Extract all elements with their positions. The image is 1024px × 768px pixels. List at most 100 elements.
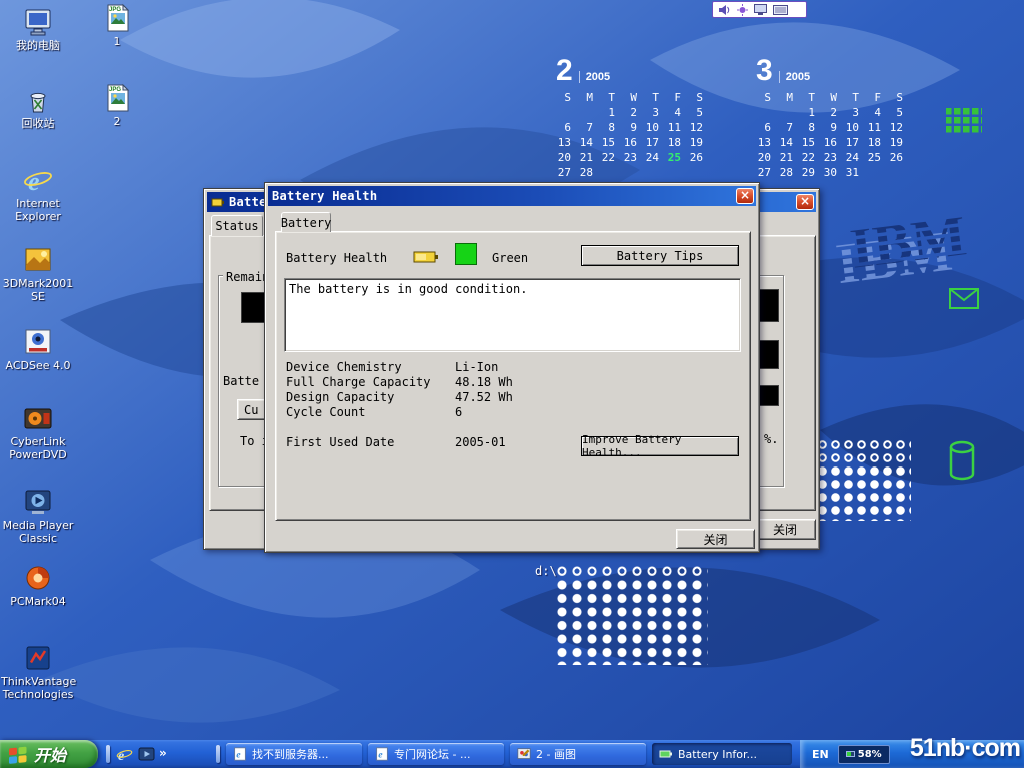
desktop-icon-my-computer[interactable]: 我的电脑 (0, 6, 76, 53)
tab-battery[interactable]: Battery (281, 212, 331, 232)
calendar-cell: 15 (800, 136, 822, 151)
osd-toolbar[interactable] (712, 1, 807, 18)
calendar-cell (756, 106, 778, 121)
taskbar-task-ie-2[interactable]: e 专门网论坛 - ... (368, 743, 504, 765)
desktop: IBM IBM 2 2005 SMTWTFS123456789101112131… (0, 0, 1024, 768)
tab-status[interactable]: Status (211, 215, 263, 236)
calendar-cell: 22 (800, 151, 822, 166)
taskbar-task-battery-information[interactable]: Battery Infor... (652, 743, 792, 765)
pcmark-icon (22, 562, 54, 594)
calendar-cell: 28 (778, 166, 800, 181)
desktop-icon-label: ThinkVantage Technologies (1, 676, 75, 702)
calendar-cell: S (888, 91, 910, 106)
desktop-icon-label: 3DMark2001 SE (1, 278, 75, 304)
desktop-icon-pcmark04[interactable]: PCMark04 (0, 562, 76, 609)
field-label: Cycle Count (286, 405, 365, 419)
close-window-button[interactable]: 关闭 (754, 519, 816, 540)
calendar-cell (888, 166, 910, 181)
svg-text:JPG: JPG (109, 87, 121, 93)
calendar-year: 2005 (779, 71, 810, 83)
calendar-cell: 8 (600, 121, 622, 136)
calendar-cell: 14 (778, 136, 800, 151)
tray-battery-gauge[interactable]: 58% (838, 745, 890, 764)
calendar-cell: 1 (600, 106, 622, 121)
desktop-icon-label: 回收站 (22, 118, 55, 131)
calendar-month-number: 3 (756, 54, 773, 88)
start-button[interactable]: 开始 (0, 740, 98, 768)
calendar-cell: 12 (888, 121, 910, 136)
calendar-cell: 10 (844, 121, 866, 136)
calendar-cell: 25 (866, 151, 888, 166)
battery-tips-button[interactable]: Battery Tips (581, 245, 739, 266)
calendar-cell: 18 (866, 136, 888, 151)
ie-task-icon: e (233, 747, 247, 761)
condition-textbox[interactable]: The battery is in good condition. (284, 278, 741, 352)
close-button[interactable]: × (736, 188, 754, 204)
calendar-grid: SMTWTFS123456789101112131415161718192021… (556, 91, 710, 181)
calendar-cell: 4 (666, 106, 688, 121)
calendar-cell: 8 (800, 121, 822, 136)
calendar-cell: 30 (822, 166, 844, 181)
internet-explorer-icon: e (22, 164, 54, 196)
svg-text:JPG: JPG (109, 7, 121, 13)
desktop-icon-media-player-classic[interactable]: Media Player Classic (0, 486, 76, 546)
quick-launch-overflow[interactable]: » (159, 746, 167, 760)
calendar-cell: 26 (888, 151, 910, 166)
desktop-icon-internet-explorer[interactable]: e Internet Explorer (0, 164, 76, 224)
desktop-icon-label: 我的电脑 (16, 40, 60, 53)
calendar-cell: 16 (622, 136, 644, 151)
battery-window-icon (211, 196, 225, 209)
ie-task-icon: e (375, 747, 389, 761)
field-value: 47.52 Wh (455, 390, 513, 404)
volume-icon (718, 4, 731, 16)
calendar-march: 3 2005 SMTWTFS12345678910111213141516171… (756, 54, 910, 181)
dot-pattern-hollow (557, 566, 708, 580)
quick-launch-media-icon[interactable] (138, 746, 155, 763)
calendar-year: 2005 (579, 71, 610, 83)
taskbar-task-paint[interactable]: 2 - 画图 (510, 743, 646, 765)
close-button[interactable]: × (796, 194, 814, 210)
calendar-cell: 9 (822, 121, 844, 136)
desktop-icon-label: PCMark04 (10, 596, 65, 609)
calendar-cell: 20 (556, 151, 578, 166)
desktop-icon-acdsee[interactable]: ACDSee 4.0 (0, 326, 76, 373)
task-area-handle[interactable] (216, 745, 220, 763)
calendar-cell (866, 166, 888, 181)
calendar-cell: 2 (622, 106, 644, 121)
calendar-cell: 3 (644, 106, 666, 121)
desktop-icon-recycle-bin[interactable]: 回收站 (0, 84, 76, 131)
calendar-cell: 15 (600, 136, 622, 151)
language-indicator[interactable]: EN (812, 748, 829, 761)
jpg-file-icon: JPG (101, 2, 133, 34)
calendar-cell: 1 (800, 106, 822, 121)
calendar-cell: T (844, 91, 866, 106)
task-label: 专门网论坛 - ... (394, 746, 470, 762)
quick-launch-handle[interactable] (106, 745, 110, 763)
desktop-file-1[interactable]: JPG 1 (92, 2, 142, 49)
display-icon (754, 4, 767, 15)
calendar-cell: 5 (688, 106, 710, 121)
tray-battery-icon (846, 751, 855, 757)
calendar-cell: 27 (756, 166, 778, 181)
desktop-icon-3dmark2001[interactable]: 3DMark2001 SE (0, 244, 76, 304)
calendar-cell: 14 (578, 136, 600, 151)
desktop-icon-powerdvd[interactable]: CyberLink PowerDVD (0, 402, 76, 462)
taskbar-task-ie-1[interactable]: e 找不到服务器... (226, 743, 362, 765)
task-label: 找不到服务器... (252, 746, 329, 762)
calendar-cell: 9 (622, 121, 644, 136)
calendar-cell: 6 (556, 121, 578, 136)
desktop-icon-thinkvantage[interactable]: ThinkVantage Technologies (0, 642, 76, 702)
quick-launch-ie-icon[interactable]: e (116, 746, 133, 763)
dot-pattern-filled (818, 467, 911, 521)
keyboard-icon (773, 5, 788, 15)
brightness-icon (737, 4, 748, 16)
ibm-logo: IBM IBM (831, 202, 972, 296)
calendar-cell (666, 166, 688, 181)
close-dialog-button[interactable]: 关闭 (676, 529, 755, 549)
calendar-cell (600, 166, 622, 181)
drive-label: d:\ (535, 564, 557, 578)
dialog-titlebar[interactable]: Battery Health × (268, 186, 756, 206)
improve-battery-health-button[interactable]: Improve Battery Health... (581, 436, 739, 456)
calendar-cell: 28 (578, 166, 600, 181)
desktop-file-2[interactable]: JPG 2 (92, 82, 142, 129)
